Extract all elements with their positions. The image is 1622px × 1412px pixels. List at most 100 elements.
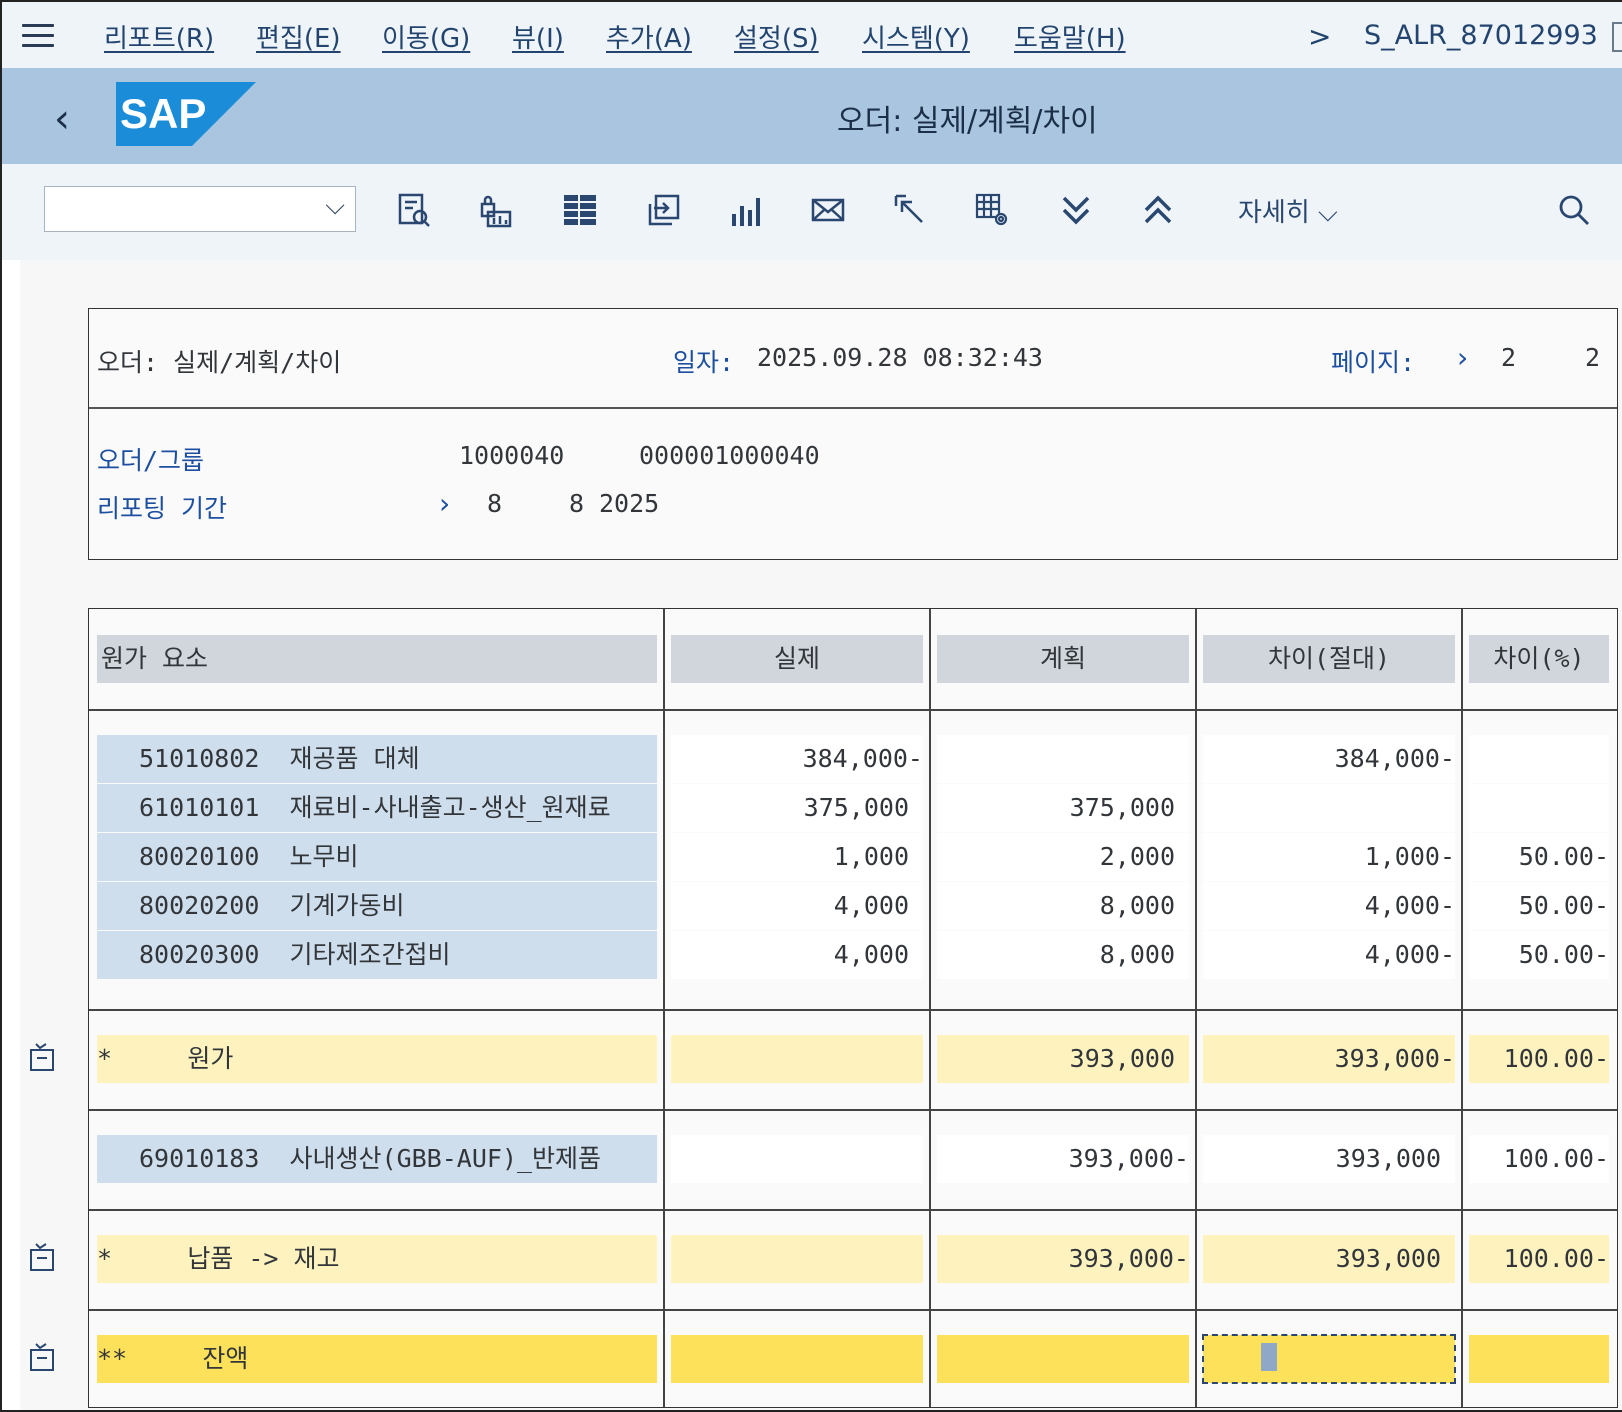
column-header-cost-element[interactable]: 원가 요소 <box>97 635 657 683</box>
actual-cell[interactable]: 1,000 <box>671 833 923 881</box>
cost-element-code: 51010802 <box>139 744 260 773</box>
menu-help[interactable]: 도움말(H) <box>1014 18 1126 55</box>
variance-pct-cell[interactable]: 50.00- <box>1469 931 1609 979</box>
sap-window: 리포트(R) 편집(E) 이동(G) 뷰(I) 추가(A) 설정(S) 시스템(… <box>0 0 1622 1412</box>
plan-cell[interactable]: 375,000 <box>937 784 1189 832</box>
chevron-down-icon: ⌵ <box>1318 198 1338 228</box>
actual-cell[interactable]: 4,000 <box>671 931 923 979</box>
chevron-right-icon[interactable]: › <box>439 487 450 520</box>
variance-pct-cell[interactable] <box>1469 735 1609 783</box>
export-icon[interactable] <box>646 192 682 228</box>
command-dropdown[interactable]: ⌵ <box>44 186 356 232</box>
cost-element-code: 61010101 <box>139 793 260 822</box>
subtotal-toggle-icon[interactable] <box>28 1242 58 1272</box>
hamburger-menu-icon[interactable] <box>22 24 54 48</box>
select-cursor-icon[interactable] <box>892 192 928 228</box>
plan-cell[interactable]: 393,000- <box>937 1135 1189 1183</box>
variance-pct-cell[interactable]: 100.00- <box>1469 1235 1609 1283</box>
period-year: 2025 <box>599 489 660 518</box>
chevron-right-icon[interactable]: > <box>1308 20 1331 53</box>
actual-cell[interactable] <box>671 1335 923 1383</box>
menu-extras[interactable]: 추가(A) <box>606 18 692 55</box>
title-bar: ‹ SAP 오더: 실제/계획/차이 <box>2 68 1622 164</box>
date-value: 2025.09.28 08:32:43 <box>757 343 1043 372</box>
variance-pct-cell[interactable]: 100.00- <box>1469 1135 1609 1183</box>
column-header-plan[interactable]: 계획 <box>937 635 1189 683</box>
subtotal-toggle-icon[interactable] <box>28 1042 58 1072</box>
cost-element-name: 노무비 <box>289 842 359 871</box>
table-layout-icon[interactable] <box>562 192 598 228</box>
cost-element-cell[interactable]: 80020200 기계가동비 <box>97 882 657 930</box>
menu-system[interactable]: 시스템(Y) <box>862 18 970 55</box>
variance-pct-cell[interactable] <box>1469 784 1609 832</box>
page-total: 2 <box>1585 343 1601 372</box>
actual-cell[interactable] <box>671 1035 923 1083</box>
subtotal-label-cell[interactable]: * 원가 <box>97 1035 657 1083</box>
cost-element-cell[interactable]: 80020100 노무비 <box>97 833 657 881</box>
collapse-all-icon[interactable] <box>1140 192 1176 228</box>
divider <box>89 1309 1617 1311</box>
actual-cell[interactable] <box>671 1135 923 1183</box>
variance-abs-cell[interactable]: 1,000- <box>1203 833 1455 881</box>
column-header-variance-pct[interactable]: 차이(%) <box>1469 635 1609 683</box>
variance-abs-cell-focused[interactable] <box>1202 1334 1456 1384</box>
divider <box>89 1209 1617 1211</box>
cost-element-name: 기계가동비 <box>289 891 405 920</box>
grid-settings-icon[interactable] <box>974 192 1010 228</box>
column-header-actual[interactable]: 실제 <box>671 635 923 683</box>
plan-cell[interactable] <box>937 1335 1189 1383</box>
bar-chart-icon[interactable] <box>728 192 764 228</box>
mail-icon[interactable] <box>810 192 846 228</box>
variance-pct-cell[interactable]: 50.00- <box>1469 833 1609 881</box>
variance-pct-cell[interactable]: 50.00- <box>1469 882 1609 930</box>
cost-element-cell[interactable]: 80020300 기타제조간접비 <box>97 931 657 979</box>
chevron-down-icon: ⌵ <box>325 191 345 221</box>
plan-cell[interactable]: 8,000 <box>937 882 1189 930</box>
column-header-variance-abs[interactable]: 차이(절대) <box>1203 635 1455 683</box>
variance-abs-cell[interactable] <box>1203 784 1455 832</box>
variance-abs-cell[interactable]: 393,000 <box>1203 1135 1455 1183</box>
menu-view[interactable]: 뷰(I) <box>512 18 564 55</box>
actual-cell[interactable]: 375,000 <box>671 784 923 832</box>
actual-cell[interactable]: 4,000 <box>671 882 923 930</box>
variance-pct-cell[interactable]: 100.00- <box>1469 1035 1609 1083</box>
divider <box>929 609 931 1407</box>
variance-abs-cell[interactable]: 393,000 <box>1203 1235 1455 1283</box>
plan-cell[interactable]: 8,000 <box>937 931 1189 979</box>
cost-element-cell[interactable]: 61010101 재료비-사내출고-생산_원재료 <box>97 784 657 832</box>
variance-abs-cell[interactable]: 384,000- <box>1203 735 1455 783</box>
report-list-icon[interactable] <box>396 192 432 228</box>
menu-edit[interactable]: 편집(E) <box>256 18 341 55</box>
variance-abs-cell[interactable]: 393,000- <box>1203 1035 1455 1083</box>
variance-abs-cell[interactable]: 4,000- <box>1203 931 1455 979</box>
cost-element-cell[interactable]: 69010183 사내생산(GBB-AUF)_반제품 <box>97 1135 657 1183</box>
search-icon[interactable] <box>1556 192 1592 228</box>
page-label: 페이지: <box>1331 348 1416 377</box>
divider <box>89 1009 1617 1011</box>
lock-chart-icon[interactable] <box>478 192 514 228</box>
chevron-right-icon[interactable]: › <box>1457 341 1468 374</box>
total-toggle-icon[interactable] <box>28 1342 58 1372</box>
text-cursor <box>1261 1343 1277 1371</box>
menu-report[interactable]: 리포트(R) <box>104 18 214 55</box>
variance-pct-cell[interactable] <box>1469 1335 1609 1383</box>
menu-settings[interactable]: 설정(S) <box>734 18 819 55</box>
more-button[interactable]: 자세히 ⌵ <box>1238 192 1338 229</box>
plan-cell[interactable] <box>937 735 1189 783</box>
total-marker: * <box>97 1044 113 1073</box>
divider <box>1195 609 1197 1407</box>
variance-abs-cell[interactable]: 4,000- <box>1203 882 1455 930</box>
total-marker: * <box>97 1244 113 1273</box>
subtotal-label-cell[interactable]: * 납품 -> 재고 <box>97 1235 657 1283</box>
cost-element-cell[interactable]: 51010802 재공품 대체 <box>97 735 657 783</box>
back-icon[interactable]: ‹ <box>54 96 70 142</box>
actual-cell[interactable]: 384,000- <box>671 735 923 783</box>
total-label-cell[interactable]: ** 잔액 <box>97 1335 657 1383</box>
plan-cell[interactable]: 393,000- <box>937 1235 1189 1283</box>
plan-cell[interactable]: 2,000 <box>937 833 1189 881</box>
menu-goto[interactable]: 이동(G) <box>382 18 470 55</box>
plan-cell[interactable]: 393,000 <box>937 1035 1189 1083</box>
page-title: 오더: 실제/계획/차이 <box>837 104 1098 139</box>
actual-cell[interactable] <box>671 1235 923 1283</box>
expand-all-icon[interactable] <box>1058 192 1094 228</box>
